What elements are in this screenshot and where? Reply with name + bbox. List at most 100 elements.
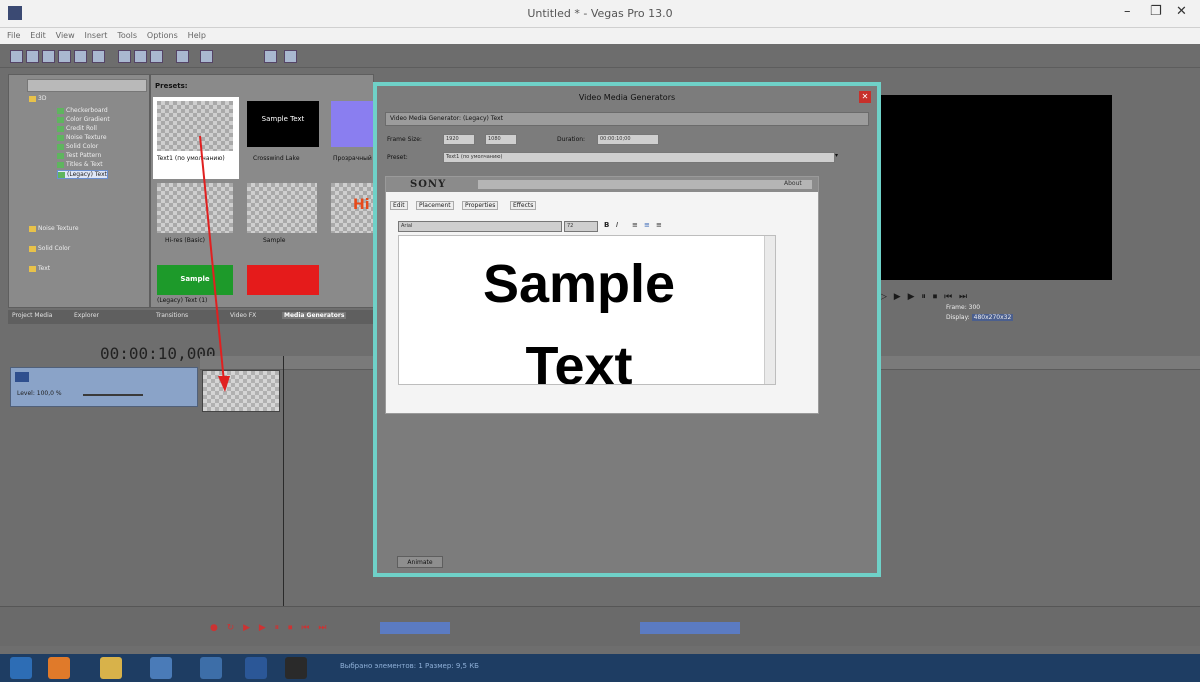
menu-tools[interactable]: Tools <box>117 28 137 44</box>
vegas-taskbar-icon[interactable] <box>285 657 307 679</box>
plugin-icon <box>57 116 64 123</box>
app-icon[interactable] <box>200 657 222 679</box>
frame-readout: Frame: 300 <box>946 304 981 311</box>
dialog-close-icon[interactable]: ✕ <box>859 91 871 103</box>
tree-item[interactable]: Noise Texture <box>29 225 79 232</box>
tree-item[interactable]: Credit Roll <box>57 125 97 132</box>
tree-item[interactable]: Solid Color <box>57 143 98 150</box>
menu-help[interactable]: Help <box>188 28 206 44</box>
menu-view[interactable]: View <box>56 28 75 44</box>
preset-thumb[interactable]: Hi <box>331 183 375 233</box>
tree-item[interactable]: Titles & Text <box>57 161 103 168</box>
render-icon[interactable] <box>74 50 87 63</box>
preset-thumb[interactable]: Sample Text <box>247 101 319 147</box>
track-level: Level: 100,0 % <box>17 390 62 397</box>
font-size-dropdown[interactable]: 72 <box>564 221 598 232</box>
bold-icon[interactable]: B <box>604 221 609 229</box>
dialog-title: Video Media Generators <box>578 93 676 102</box>
dialog-title-bar: Video Media Generators ✕ <box>377 86 877 110</box>
help-icon[interactable] <box>284 50 297 63</box>
animate-button[interactable]: Animate <box>397 556 443 568</box>
sample-text-line2: Text <box>525 336 633 385</box>
align-right-icon[interactable]: ≡ <box>656 221 662 229</box>
word-icon[interactable] <box>245 657 267 679</box>
align-center-icon[interactable]: ≡ <box>644 221 650 229</box>
tab-properties[interactable]: Properties <box>462 201 499 210</box>
save-icon[interactable] <box>42 50 55 63</box>
preset-thumb[interactable] <box>247 265 319 295</box>
open-icon[interactable] <box>26 50 39 63</box>
paste-icon[interactable] <box>150 50 163 63</box>
tree-item[interactable]: Color Gradient <box>57 116 110 123</box>
preset-dropdown[interactable]: Text1 (по умолчанию) <box>443 152 835 163</box>
undo-icon[interactable] <box>176 50 189 63</box>
menu-file[interactable]: File <box>7 28 20 44</box>
windows-taskbar: Выбрано элементов: 1 Размер: 9,5 КБ <box>0 654 1200 682</box>
level-slider[interactable] <box>83 394 143 396</box>
tree-item[interactable]: Test Pattern <box>57 152 101 159</box>
cut-icon[interactable] <box>118 50 131 63</box>
save-preset-icon[interactable]: ▾ <box>835 152 838 159</box>
title-bar: Untitled * - Vegas Pro 13.0 – ❐ ✕ <box>0 0 1200 28</box>
video-track-header[interactable]: Level: 100,0 % <box>10 367 198 407</box>
redo-icon[interactable] <box>200 50 213 63</box>
tab-placement[interactable]: Placement <box>416 201 454 210</box>
start-icon[interactable] <box>10 657 32 679</box>
menu-options[interactable]: Options <box>147 28 178 44</box>
playhead[interactable] <box>283 356 284 606</box>
menu-insert[interactable]: Insert <box>85 28 108 44</box>
align-left-icon[interactable]: ≡ <box>632 221 638 229</box>
tree-item-selected[interactable]: (Legacy) Text <box>57 170 108 179</box>
plugin-icon <box>58 171 65 178</box>
about-button[interactable]: About <box>784 180 802 187</box>
media-generator-tree: 3D Checkerboard Color Gradient Credit Ro… <box>8 74 150 308</box>
preset-thumb[interactable] <box>247 183 317 233</box>
tab-project-media[interactable]: Project Media <box>12 312 52 319</box>
tree-item[interactable]: Checkerboard <box>57 107 108 114</box>
arrow-line <box>199 135 225 383</box>
properties-icon[interactable] <box>92 50 105 63</box>
tree-item[interactable]: Noise Texture <box>57 134 107 141</box>
text-scrollbar[interactable] <box>764 236 775 384</box>
plugin-icon <box>57 125 64 132</box>
italic-icon[interactable]: I <box>616 221 618 229</box>
folder-icon <box>29 265 36 272</box>
menu-edit[interactable]: Edit <box>30 28 46 44</box>
vmg-bar: Video Media Generator: (Legacy) Text <box>385 112 869 126</box>
preview-controls[interactable]: ▷ ▶ ▶ ⏸ ⏹ ⏮ ⏭ <box>880 292 1070 304</box>
pointer-icon[interactable] <box>264 50 277 63</box>
video-preview <box>880 95 1112 280</box>
preset-label: Crosswind Lake <box>253 155 300 162</box>
close-icon[interactable]: ✕ <box>1176 4 1187 19</box>
restore-icon[interactable]: ❐ <box>1150 4 1162 19</box>
tree-item[interactable]: Solid Color <box>29 245 70 252</box>
arrow-head <box>218 376 230 392</box>
copy-icon[interactable] <box>134 50 147 63</box>
height-field[interactable]: 1080 <box>485 134 517 145</box>
tab-transitions[interactable]: Transitions <box>156 312 188 319</box>
preset-thumb[interactable] <box>331 101 375 147</box>
plugin-icon <box>57 152 64 159</box>
text-input-area[interactable]: Sample Text <box>398 235 776 385</box>
transport-controls[interactable]: ● ↻ ▶ ▶ ⏸ ⏹ ⏮ ⏭ <box>210 623 329 633</box>
tab-explorer[interactable]: Explorer <box>74 312 99 319</box>
tree-item[interactable]: Text <box>29 265 50 272</box>
app-icon[interactable] <box>150 657 172 679</box>
snap-tools[interactable] <box>640 622 740 634</box>
duration-field[interactable]: 00:00:10;00 <box>597 134 659 145</box>
new-icon[interactable] <box>10 50 23 63</box>
tab-media-generators[interactable]: Media Generators <box>282 312 347 319</box>
width-field[interactable]: 1920 <box>443 134 475 145</box>
tree-item[interactable]: 3D <box>29 95 46 102</box>
font-dropdown[interactable]: Arial <box>398 221 562 232</box>
explorer-icon[interactable] <box>100 657 122 679</box>
taskbar-status: Выбрано элементов: 1 Размер: 9,5 КБ <box>340 662 479 670</box>
search-field[interactable] <box>27 79 147 92</box>
edit-tools[interactable] <box>380 622 450 634</box>
browser-icon[interactable] <box>48 657 70 679</box>
minimize-icon[interactable]: – <box>1124 4 1131 19</box>
tab-edit[interactable]: Edit <box>390 201 408 210</box>
preset-label: Preset: <box>387 154 408 161</box>
save-as-icon[interactable] <box>58 50 71 63</box>
tab-effects[interactable]: Effects <box>510 201 537 210</box>
